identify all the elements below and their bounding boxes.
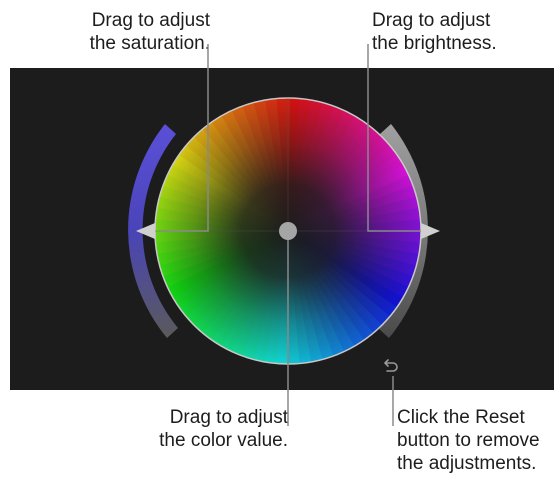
brightness-handle[interactable] bbox=[421, 223, 440, 239]
color-puck[interactable] bbox=[279, 222, 297, 240]
color-wheel-figure bbox=[128, 44, 440, 426]
reset-arrow-icon bbox=[384, 359, 398, 372]
reset-button[interactable] bbox=[384, 359, 398, 372]
